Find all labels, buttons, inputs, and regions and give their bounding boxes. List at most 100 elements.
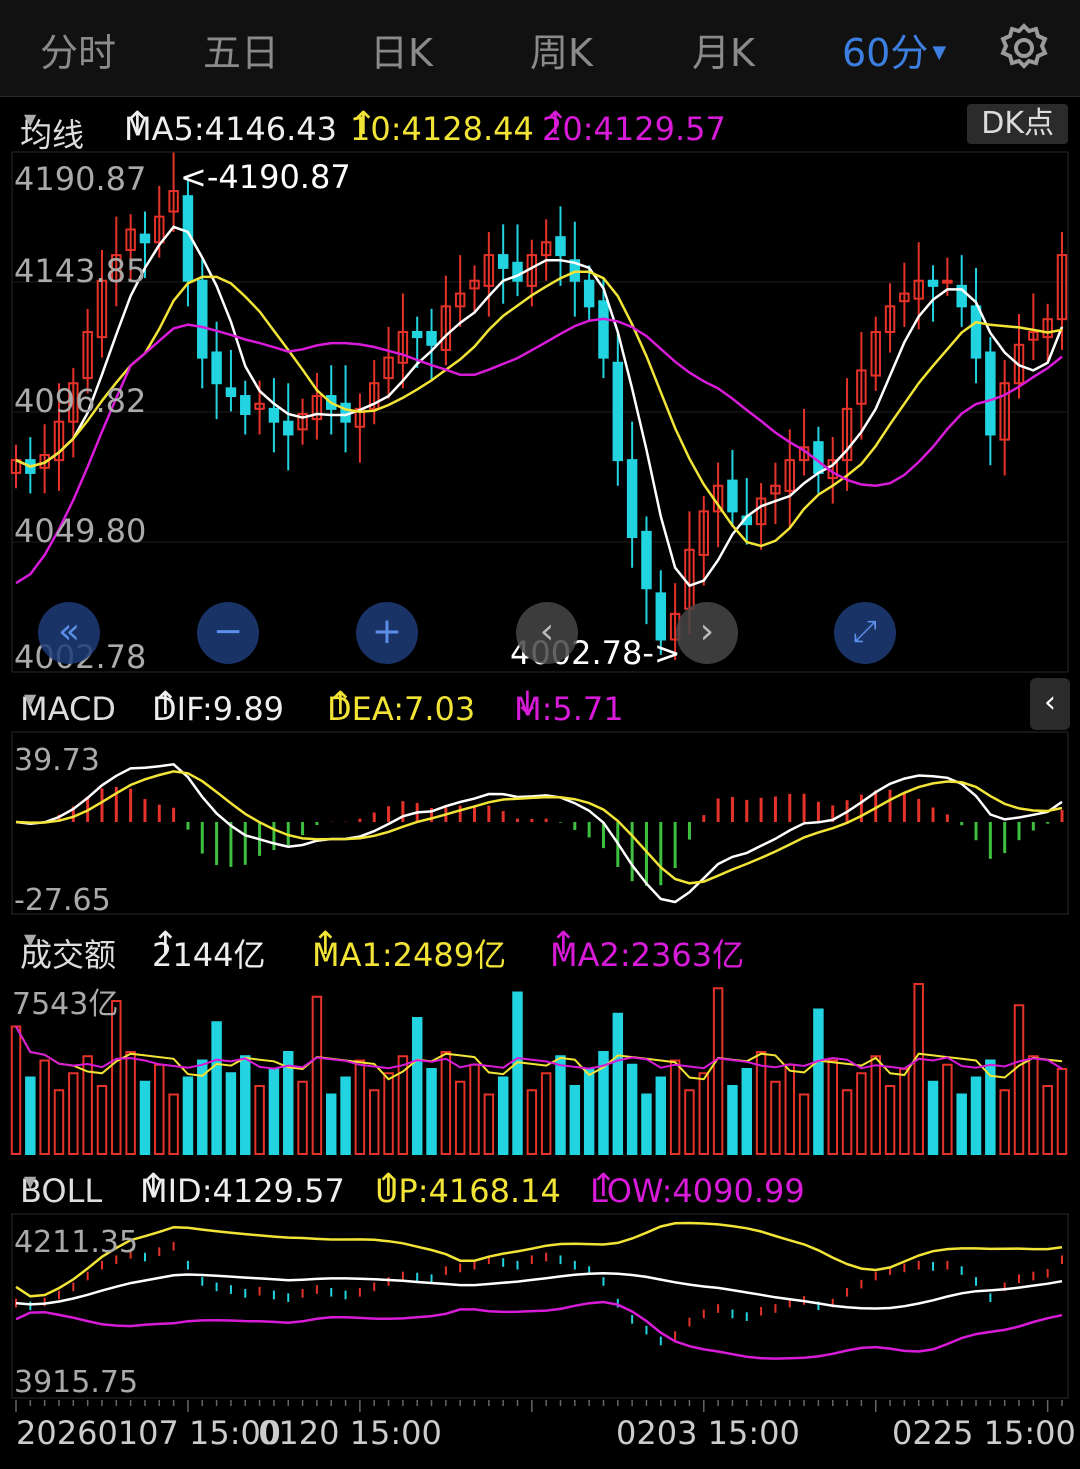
dropdown-caret-icon: ▼ <box>24 690 37 709</box>
volume-ma-lines <box>15 1026 1063 1081</box>
volume-bar <box>555 1055 566 1155</box>
dropdown-caret-icon: ▼ <box>24 1172 37 1191</box>
tab-60min-label: 60分 <box>842 31 929 75</box>
volume-bar <box>684 1089 695 1155</box>
volume-bar <box>25 1076 36 1155</box>
gear-icon[interactable] <box>996 20 1052 76</box>
macd-frame <box>11 731 1069 915</box>
volume-bar <box>712 987 724 1155</box>
volume-bar <box>669 1059 681 1155</box>
boll-chart[interactable]: 4211.35 3915.75 <box>0 1212 1080 1412</box>
fullscreen-icon[interactable]: ⤢ <box>834 602 896 664</box>
boll-up-line <box>15 1221 1063 1298</box>
volume-bar <box>512 991 523 1155</box>
dif-text: DIF:9.89 <box>152 690 285 728</box>
volume-bar <box>899 1068 910 1155</box>
volume-bar <box>497 1076 509 1155</box>
volume-bar <box>469 1063 480 1155</box>
volume-bar <box>139 1080 151 1155</box>
scroll-left-fast-button[interactable]: « <box>38 602 100 664</box>
volume-bar <box>942 1063 953 1155</box>
volume-bar <box>913 983 924 1155</box>
candle-body <box>942 279 953 284</box>
candle-body <box>612 361 624 462</box>
boll-tick-min: 3915.75 <box>14 1365 138 1400</box>
volume-bar <box>856 1072 867 1155</box>
dif-value: DIF:9.89 ↑ <box>152 684 285 728</box>
scroll-right-button[interactable]: › <box>676 602 738 664</box>
volume-chart[interactable]: 7543亿 <box>0 970 1080 1158</box>
high-price-label: <-4190.87 <box>180 158 351 196</box>
candle-body <box>268 407 280 423</box>
dea-text: DEA:7.03 <box>327 690 476 728</box>
candle-body <box>813 441 824 474</box>
dk-point-button[interactable]: DK点 <box>967 104 1068 144</box>
boll-candles <box>15 1241 1063 1346</box>
candle-body <box>555 236 566 257</box>
price-chart[interactable]: 4190.87 4143.85 4096.82 4049.80 4002.78 … <box>0 150 1080 675</box>
boll-mid-line <box>15 1271 1063 1310</box>
date-label-3: 0203 15:00 <box>616 1414 800 1452</box>
dropdown-caret-icon: ▼ <box>24 110 37 129</box>
volume-bar <box>411 1017 423 1155</box>
price-tick-4: 4049.80 <box>14 512 146 550</box>
tab-60min[interactable]: 60分 ▼ <box>842 22 946 77</box>
zoom-out-button[interactable]: − <box>197 602 259 664</box>
ma10-value: 10:4128.44 ↑ <box>350 104 534 148</box>
scroll-left-button[interactable]: ‹ <box>516 602 578 664</box>
volume-bar <box>426 1068 437 1155</box>
candle-body <box>727 479 738 513</box>
volume-bar <box>311 995 323 1155</box>
volume-bar <box>612 1012 624 1155</box>
tab-five-day[interactable]: 五日 <box>203 22 279 77</box>
candle-body <box>197 279 208 359</box>
ma20-value: 20:4129.57 ↑ <box>542 104 726 148</box>
volume-bar <box>254 1085 265 1155</box>
volume-bar <box>182 1076 194 1155</box>
candle-body <box>283 420 294 436</box>
volume-bar <box>655 1076 667 1155</box>
tab-weekly-k[interactable]: 周K <box>530 22 593 77</box>
volume-bar <box>841 1089 853 1155</box>
volume-bar <box>96 1085 108 1155</box>
volume-bar <box>268 1068 280 1155</box>
collapse-panel-button[interactable]: ‹ <box>1030 678 1070 730</box>
ma-header: 均线 ▼ MA5:4146.43 ↑ 10:4128.44 ↑ 20:4129.5… <box>0 98 1080 154</box>
tab-monthly-k[interactable]: 月K <box>692 22 755 77</box>
volume-bar <box>483 1093 495 1155</box>
volume-ma2: MA2:2363亿 ↑ <box>550 924 745 974</box>
volume-bar <box>340 1076 351 1155</box>
volume-bar <box>540 1072 552 1155</box>
volume-bar <box>813 1008 824 1155</box>
volume-bar <box>1056 1068 1068 1155</box>
date-label-1: 20260107 15:00 <box>16 1414 282 1452</box>
candle-body <box>211 351 222 385</box>
tab-intraday[interactable]: 分时 <box>40 22 116 77</box>
boll-low-text: LOW:4090.99 <box>590 1172 805 1210</box>
macd-chart[interactable]: 39.73 -27.65 <box>0 730 1080 916</box>
macd-lines <box>15 762 1063 904</box>
boll-low-line <box>15 1300 1063 1360</box>
candle-body <box>426 330 437 346</box>
volume-bar <box>154 1063 165 1155</box>
volume-bar <box>727 1085 738 1155</box>
price-tick-2: 4143.85 <box>14 252 146 290</box>
dropdown-caret-icon: ▼ <box>24 930 37 949</box>
volume-bar <box>111 1000 122 1155</box>
volume-bar <box>784 1063 795 1155</box>
volume-bar <box>53 1089 65 1155</box>
volume-bar <box>211 1021 222 1155</box>
zoom-in-button[interactable]: + <box>356 602 418 664</box>
volume-bar <box>168 1093 179 1155</box>
volume-bar <box>827 1059 838 1155</box>
volume-bar <box>1042 1085 1053 1155</box>
volume-bar <box>770 1080 781 1155</box>
candle-body <box>583 279 595 308</box>
volume-bar <box>798 1093 810 1155</box>
tab-daily-k[interactable]: 日K <box>370 22 433 77</box>
m-value: M:5.71 ↓ <box>514 684 624 728</box>
volume-bar <box>755 1051 767 1155</box>
volume-bar <box>368 1089 380 1155</box>
boll-up-text: UP:4168.14 <box>375 1172 561 1210</box>
ma10-text: 10:4128.44 <box>350 110 534 148</box>
